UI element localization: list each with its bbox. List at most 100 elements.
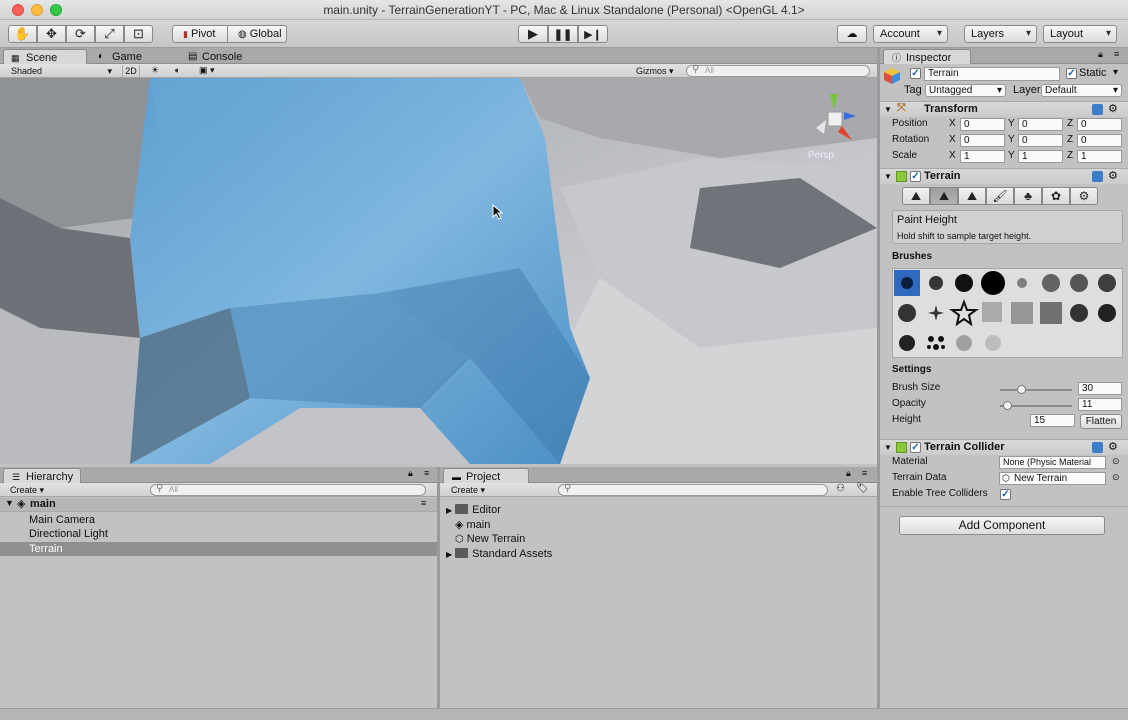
zoom-window-button[interactable] xyxy=(50,4,62,16)
rotate-tool[interactable]: ⟳ xyxy=(66,25,95,43)
paint-height-tool[interactable]: ⛰ xyxy=(930,187,958,205)
settings-gear-icon[interactable]: ⚙ xyxy=(1108,440,1118,455)
active-checkbox[interactable]: ✓ xyxy=(910,68,921,79)
hierarchy-item-directional-light[interactable]: Directional Light xyxy=(0,527,437,541)
step-button[interactable]: ▶❙ xyxy=(578,25,608,43)
2d-toggle[interactable]: 2D xyxy=(122,65,140,77)
foldout-arrow-icon[interactable]: ▼ xyxy=(884,102,892,117)
terrain-settings-tool[interactable]: ⚙ xyxy=(1070,187,1098,205)
persp-label[interactable]: Persp xyxy=(808,150,834,161)
terrain-collider-header[interactable]: ▼ ✓ Terrain Collider ⚙ xyxy=(880,439,1128,455)
terrain-data-field[interactable]: ⬡ New Terrain xyxy=(999,472,1106,485)
rotation-z-field[interactable]: 0 xyxy=(1077,134,1122,147)
help-book-icon[interactable] xyxy=(1092,104,1103,115)
scene-menu-icon[interactable]: ≡ xyxy=(421,498,426,508)
scene-root-row[interactable]: ▼ ◈ main ≡ xyxy=(0,498,437,512)
raise-lower-tool[interactable]: ⛰ xyxy=(902,187,930,205)
position-x-field[interactable]: 0 xyxy=(960,118,1005,131)
transform-header[interactable]: ▼ ⤧ Transform ⚙ xyxy=(880,101,1128,117)
project-search-input[interactable] xyxy=(558,484,828,496)
project-item-new-terrain[interactable]: ⬡ New Terrain xyxy=(446,532,525,547)
move-tool[interactable]: ✥ xyxy=(37,25,66,43)
terrain-header[interactable]: ▼ ✓ Terrain ⚙ xyxy=(880,168,1128,184)
scale-tool[interactable]: ⤢ xyxy=(95,25,124,43)
opacity-slider[interactable] xyxy=(1000,401,1072,410)
help-book-icon[interactable] xyxy=(1092,442,1103,453)
add-component-button[interactable]: Add Component xyxy=(899,516,1105,535)
filter-label-icon[interactable]: 🏷︎ xyxy=(856,483,869,494)
layer-dropdown[interactable]: Default ▾ xyxy=(1041,84,1122,97)
lighting-toggle[interactable]: ☀ xyxy=(151,64,159,76)
foldout-arrow-icon[interactable]: ▼ xyxy=(884,169,892,184)
audio-toggle[interactable]: 🔈︎ xyxy=(175,64,180,76)
project-item-standard-assets[interactable]: ▶ Standard Assets xyxy=(446,547,552,562)
lock-icon[interactable]: 🔒︎ xyxy=(408,468,413,479)
position-y-field[interactable]: 0 xyxy=(1018,118,1063,131)
tag-dropdown[interactable]: Untagged ▾ xyxy=(925,84,1006,97)
paint-texture-tool[interactable]: 🖌︎ xyxy=(986,187,1014,205)
hierarchy-create-dropdown[interactable]: Create ▾ xyxy=(10,484,50,496)
rect-tool[interactable]: ⊡ xyxy=(124,25,153,43)
lock-icon[interactable]: 🔒︎ xyxy=(1098,49,1103,60)
lock-icon[interactable]: 🔒︎ xyxy=(846,468,851,479)
expand-arrow-icon[interactable]: ▼ xyxy=(5,498,14,508)
play-button[interactable]: ▶ xyxy=(518,25,548,43)
brush-size-slider[interactable] xyxy=(1000,385,1072,394)
help-book-icon[interactable] xyxy=(1092,171,1103,182)
pivot-toggle[interactable]: ▮ Pivot xyxy=(172,25,228,43)
hierarchy-item-terrain[interactable]: Terrain xyxy=(0,542,437,556)
effects-dropdown[interactable]: ▣ ▾ xyxy=(199,64,223,76)
layers-dropdown[interactable]: Layers xyxy=(964,25,1037,43)
hierarchy-item-main-camera[interactable]: Main Camera xyxy=(0,513,437,527)
filter-type-icon[interactable]: ⚇ xyxy=(836,483,845,494)
rotation-y-field[interactable]: 0 xyxy=(1018,134,1063,147)
opacity-field[interactable]: 11 xyxy=(1078,398,1122,411)
static-checkbox[interactable]: ✓ xyxy=(1066,68,1077,79)
expand-arrow-icon[interactable]: ▶ xyxy=(446,506,452,515)
settings-gear-icon[interactable]: ⚙ xyxy=(1108,169,1118,184)
panel-menu-icon[interactable]: ≡ xyxy=(1114,49,1119,59)
scene-viewport[interactable]: Persp xyxy=(0,78,877,464)
close-window-button[interactable] xyxy=(12,4,24,16)
pause-button[interactable]: ❚❚ xyxy=(548,25,578,43)
terrain-enabled-checkbox[interactable]: ✓ xyxy=(910,171,921,182)
scale-y-field[interactable]: 1 xyxy=(1018,150,1063,163)
cloud-button[interactable]: ☁ xyxy=(837,25,867,43)
layout-dropdown[interactable]: Layout xyxy=(1043,25,1117,43)
minimize-window-button[interactable] xyxy=(31,4,43,16)
scale-z-field[interactable]: 1 xyxy=(1077,150,1122,163)
flatten-button[interactable]: Flatten xyxy=(1080,414,1122,429)
expand-arrow-icon[interactable]: ▶ xyxy=(446,550,452,559)
material-object-field[interactable]: None (Physic Material xyxy=(999,456,1106,469)
scene-search-input[interactable]: All xyxy=(686,65,870,77)
panel-menu-icon[interactable]: ≡ xyxy=(424,468,429,478)
object-picker-icon[interactable]: ⊙ xyxy=(1112,456,1120,467)
collider-enabled-checkbox[interactable]: ✓ xyxy=(910,442,921,453)
scale-x-field[interactable]: 1 xyxy=(960,150,1005,163)
paint-details-tool[interactable]: ✿ xyxy=(1042,187,1070,205)
height-field[interactable]: 15 xyxy=(1030,414,1075,427)
place-trees-tool[interactable]: ♣ xyxy=(1014,187,1042,205)
gizmos-dropdown[interactable]: Gizmos ▾ xyxy=(636,65,678,77)
global-toggle[interactable]: ◍ Global xyxy=(227,25,287,43)
hand-tool[interactable]: ✋ xyxy=(8,25,37,43)
foldout-arrow-icon[interactable]: ▼ xyxy=(884,440,892,455)
hierarchy-search-input[interactable]: All xyxy=(150,484,426,496)
position-z-field[interactable]: 0 xyxy=(1077,118,1122,131)
rotation-x-field[interactable]: 0 xyxy=(960,134,1005,147)
brush-soft-round-selected[interactable] xyxy=(893,269,920,296)
static-dropdown[interactable]: ▾ xyxy=(1113,67,1118,78)
object-picker-icon[interactable]: ⊙ xyxy=(1112,472,1120,483)
account-dropdown[interactable]: Account xyxy=(873,25,948,43)
object-name-field[interactable]: Terrain xyxy=(924,67,1060,81)
shading-mode-dropdown[interactable]: Shaded ▾ xyxy=(4,65,114,77)
settings-gear-icon[interactable]: ⚙ xyxy=(1108,102,1118,117)
panel-menu-icon[interactable]: ≡ xyxy=(862,468,867,478)
project-item-main[interactable]: ◈ main xyxy=(446,518,490,532)
project-create-dropdown[interactable]: Create ▾ xyxy=(451,484,491,496)
orientation-gizmo[interactable]: Persp xyxy=(808,90,868,165)
project-item-editor[interactable]: ▶ Editor xyxy=(446,503,501,518)
tree-colliders-checkbox[interactable]: ✓ xyxy=(1000,489,1011,500)
smooth-height-tool[interactable]: ⛰ xyxy=(958,187,986,205)
brush-size-field[interactable]: 30 xyxy=(1078,382,1122,395)
